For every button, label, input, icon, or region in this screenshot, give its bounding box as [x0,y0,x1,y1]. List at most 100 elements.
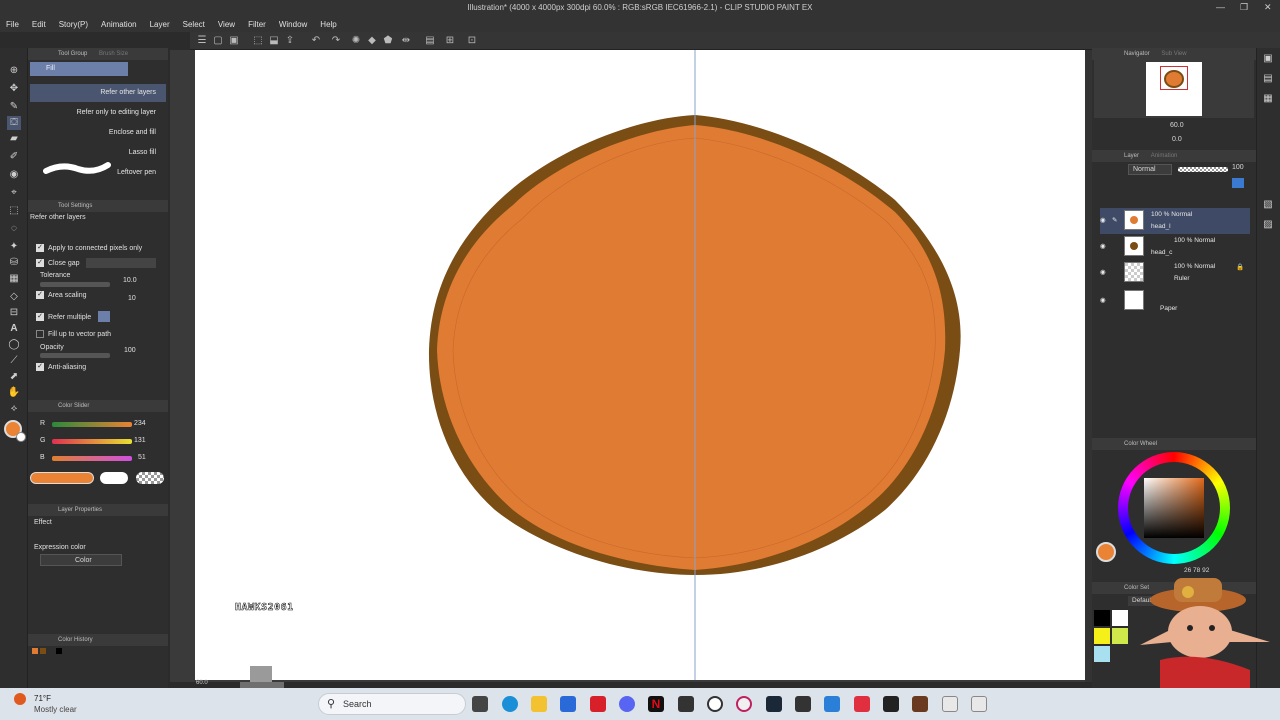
navigator-zoom-value[interactable]: 60.0 [1170,122,1184,129]
file-explorer-icon[interactable] [531,696,547,712]
menu-view[interactable]: View [218,20,235,29]
weather-icon[interactable] [14,693,26,705]
menu-edit[interactable]: Edit [32,20,46,29]
palette-swatch[interactable] [1094,610,1110,626]
menu-filter[interactable]: Filter [248,20,266,29]
auto-select-icon[interactable]: ✦ [7,240,21,254]
layer-row-ruler[interactable]: ◉ 100 % Normal Ruler 🔒 [1100,260,1250,286]
r-value[interactable]: 234 [134,420,146,427]
clear-selection-icon[interactable]: ✺ [350,35,362,47]
taskbar-search-box[interactable]: ⚲ Search [318,693,466,715]
eyedrop2-icon[interactable]: ⟡ [7,402,21,416]
eye-icon[interactable]: ◉ [1100,296,1106,304]
area-scaling-value[interactable]: 10 [128,295,136,302]
bucket-icon[interactable]: ⛁ [7,256,21,270]
weather-desc[interactable]: Mostly clear [34,705,77,714]
canvas[interactable]: HAWKS2061 [195,50,1085,680]
app-icon[interactable] [912,696,928,712]
opacity-value[interactable]: 100 [124,347,136,354]
snap-icon[interactable]: ⊡ [466,35,478,47]
fill-tool-icon[interactable]: ⛋ [7,116,21,130]
move-icon[interactable]: ✥ [7,82,21,96]
navigator-preview-area[interactable] [1094,60,1254,118]
ruler-icon[interactable]: ▤ [424,35,436,47]
layer-row-paper[interactable]: ◉ Paper [1100,288,1250,314]
clip-studio-icon[interactable] [942,696,958,712]
menu-story[interactable]: Story(P) [59,20,88,29]
fill-vector-checkbox[interactable]: Fill up to vector path [36,330,111,338]
tolerance-slider[interactable] [40,282,110,287]
export-icon[interactable]: ⇪ [284,35,296,47]
color-wheel-ring[interactable] [1118,452,1230,564]
palette-swatch[interactable] [1112,628,1128,644]
eyedropper-icon[interactable]: ⌖ [7,186,21,200]
canvas-zoom-readout[interactable]: 60.0 [196,680,216,688]
lock-icon[interactable]: 🔒 [1236,263,1244,271]
new-canvas-icon[interactable]: ▢ [212,35,224,47]
expression-color-select[interactable]: Color [40,554,122,566]
refer-all-layers-icon[interactable] [98,311,110,322]
wheel-main-color[interactable] [1096,542,1116,562]
layer-row-head-c[interactable]: ◉ 100 % Normal head_c [1100,234,1250,260]
panel-icon[interactable]: ▤ [1261,72,1275,86]
blend-mode-select[interactable]: Normal [1128,164,1172,175]
layer-row-head-l[interactable]: ◉ ✎ 100 % Normal head_l [1100,208,1250,234]
tab-layer[interactable]: Layer [1124,153,1139,159]
subtool-enclose-fill[interactable]: Enclose and fill [30,124,166,142]
refer-multiple-checkbox[interactable]: ✓ Refer multiple [36,313,91,321]
b-slider[interactable] [52,456,132,461]
weather-temp[interactable]: 71°F [34,694,51,703]
zoom-icon[interactable]: ⊕ [7,64,21,78]
undo-icon[interactable]: ↶ [310,35,322,47]
layer-color-icon[interactable] [1232,178,1244,188]
menu-window[interactable]: Window [279,20,307,29]
gradient-icon[interactable]: ▦ [7,272,21,286]
menu-animation[interactable]: Animation [101,20,137,29]
tolerance-value[interactable]: 10.0 [123,277,137,284]
fill-selection-icon[interactable]: ◆ [366,35,378,47]
secondary-color-chip[interactable] [100,472,128,484]
close-icon[interactable]: ✕ [1264,2,1272,13]
app-icon[interactable] [854,696,870,712]
panel-icon[interactable]: ▦ [1261,92,1275,106]
subtool-refer-editing[interactable]: Refer only to editing layer [30,104,166,122]
apply-connected-checkbox[interactable]: ✓ Apply to connected pixels only [36,244,142,252]
navigator-rotation-value[interactable]: 0.0 [1172,136,1182,143]
line-correct-icon[interactable]: ⟋ [7,354,21,368]
saturation-value-square[interactable] [1144,478,1204,538]
selection-icon[interactable]: ⬚ [7,204,21,218]
pen-icon[interactable]: ✎ [7,100,21,114]
pen-lock-icon[interactable]: ✎ [1112,216,1117,224]
balloon-icon[interactable]: ◯ [7,338,21,352]
steam-icon[interactable] [766,696,782,712]
panel-icon[interactable]: ▨ [1261,218,1275,232]
frame-icon[interactable]: ⊟ [7,306,21,320]
operation-icon[interactable]: ⬈ [7,370,21,384]
g-value[interactable]: 131 [134,437,146,444]
layer-opacity-value[interactable]: 100 [1232,164,1244,171]
flip-icon[interactable]: ⇹ [400,35,412,47]
brush-icon[interactable]: ✐ [7,150,21,164]
hand-icon[interactable]: ✋ [7,386,21,400]
eye-icon[interactable]: ◉ [1100,216,1106,224]
menu-select[interactable]: Select [183,20,205,29]
fill-tool-selector[interactable]: Fill [30,62,128,76]
close-gap-selector[interactable] [86,258,156,268]
capture-icon[interactable]: ▣ [228,35,240,47]
terminal-icon[interactable] [883,696,899,712]
edge-icon[interactable] [502,696,518,712]
tab-animation-cels[interactable]: Animation [1151,153,1178,159]
app-icon[interactable] [824,696,840,712]
app-icon[interactable] [678,696,694,712]
clip-studio-paint-icon[interactable] [971,696,987,712]
history-swatch[interactable] [40,648,46,654]
antialias-checkbox[interactable]: ✓ Anti-aliasing [36,363,86,371]
r-slider[interactable] [52,422,132,427]
grid-icon[interactable]: ⊞ [444,35,456,47]
palette-swatch[interactable] [1094,646,1110,662]
text-icon[interactable]: A [7,322,21,336]
tab-brush-size[interactable]: Brush Size [99,51,128,57]
area-scaling-checkbox[interactable]: ✓ Area scaling [36,291,87,299]
eraser-icon[interactable]: ▰ [7,132,21,146]
app-icon[interactable] [795,696,811,712]
